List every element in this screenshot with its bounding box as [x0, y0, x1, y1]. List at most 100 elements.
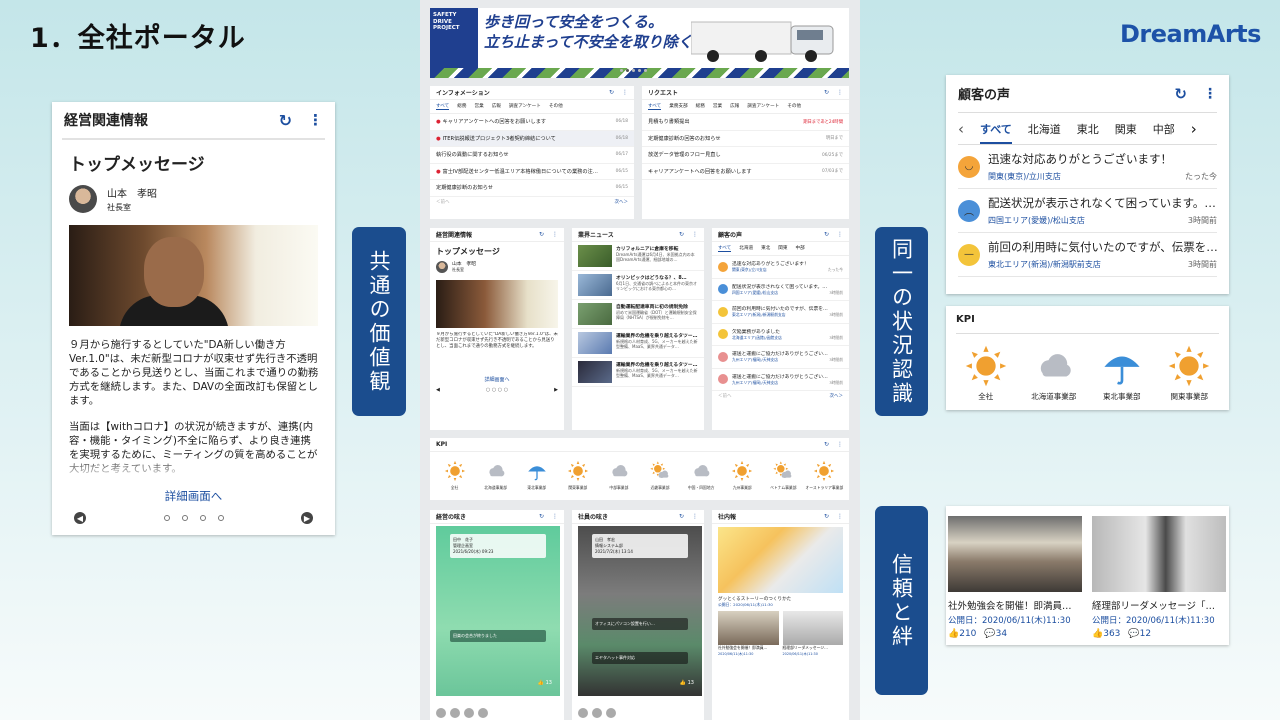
refresh-icon[interactable]: ↻: [539, 513, 544, 520]
refresh-icon[interactable]: ↻: [824, 231, 829, 238]
tab-item[interactable]: 中部: [795, 245, 804, 252]
tab-item[interactable]: 総務: [457, 103, 466, 110]
avatar[interactable]: [436, 260, 448, 273]
kpi-item[interactable]: 全社: [436, 460, 474, 491]
tab-item[interactable]: すべて: [718, 245, 732, 252]
safety-banner[interactable]: SAFETY DRIVE PROJECT 歩き回って安全をつくる。 立ち止まって…: [430, 8, 849, 78]
refresh-icon[interactable]: ↻: [679, 513, 684, 520]
list-item[interactable]: 執行役の異動に関するお知らせ 06/17: [430, 147, 634, 164]
refresh-icon[interactable]: ↻: [824, 441, 829, 448]
kpi-item[interactable]: 東北事業部: [518, 460, 556, 491]
next-arrow-icon[interactable]: ▶: [301, 512, 313, 524]
voice-item[interactable]: 前回の利用時に気付いたのですが、伝票を… 東北エリア(新潟)/新潟駅前支店 3時間前: [712, 301, 849, 324]
prev-link[interactable]: ＜前へ: [718, 393, 732, 399]
prev-arrow-icon[interactable]: ◀: [74, 512, 86, 524]
more-vert-icon[interactable]: ⋮: [1203, 86, 1217, 102]
refresh-icon[interactable]: ↻: [679, 231, 684, 238]
newsletter-thumb[interactable]: [718, 611, 779, 645]
chevron-right-icon[interactable]: ›: [1191, 120, 1197, 138]
news-thumb[interactable]: [578, 332, 612, 354]
news-thumb[interactable]: [578, 274, 612, 296]
tab-chubu[interactable]: 中部: [1153, 121, 1175, 137]
next-link[interactable]: 次へ＞: [615, 199, 629, 205]
refresh-icon[interactable]: ↻: [609, 89, 614, 96]
more-vert-icon[interactable]: ⋮: [837, 231, 843, 238]
list-item[interactable]: 放送データ管理のフロー見直し 06/25まで: [642, 147, 849, 164]
newsletter-item[interactable]: 経理部リーダメッセージ「… 公開日：2020/06/11(木)11:30 👍36…: [1092, 516, 1226, 639]
newsletter-image[interactable]: [1092, 516, 1226, 592]
more-vert-icon[interactable]: ⋮: [692, 231, 698, 238]
avatar[interactable]: [606, 708, 616, 718]
refresh-icon[interactable]: ↻: [539, 231, 544, 238]
kpi-item[interactable]: 北海道事業部: [477, 460, 515, 491]
list-item[interactable]: キャリアアンケートへの回答をお願いします 07/03まで: [642, 164, 849, 180]
chevron-left-icon[interactable]: ‹: [958, 120, 964, 138]
voice-item[interactable]: 欠陥業務がありました 北海道エリア(函館)/函館支店 3時間前: [712, 324, 849, 346]
tab-item[interactable]: すべて: [436, 103, 450, 110]
tab-item[interactable]: 業務支部: [669, 103, 687, 110]
next-arrow-icon[interactable]: ▶: [554, 387, 558, 393]
next-link[interactable]: 次へ＞: [830, 393, 844, 399]
refresh-icon[interactable]: ↻: [824, 89, 829, 96]
more-vert-icon[interactable]: ⋮: [552, 513, 558, 520]
list-item[interactable]: ● ITER伝説報送プロジェクト3者契約締結について 06/18: [430, 130, 634, 147]
list-item[interactable]: 定期健康診断の回答のお知らせ 明日まで: [642, 131, 849, 147]
avatar[interactable]: [450, 708, 460, 718]
voice-item[interactable]: ◡ 迅速な対応ありがとうございます！ 関東(東京)/立川支店 たった今: [958, 145, 1217, 189]
refresh-icon[interactable]: ↻: [824, 513, 829, 520]
avatar[interactable]: [464, 708, 474, 718]
more-vert-icon[interactable]: ⋮: [552, 231, 558, 238]
page-dot[interactable]: [199, 515, 206, 521]
tab-item[interactable]: 営業: [713, 103, 722, 110]
news-thumb[interactable]: [578, 303, 612, 325]
voice-item[interactable]: ︵ 配送状況が表示されなくて困っています。… 四国エリア(愛媛)/松山支店 3時間前: [958, 189, 1217, 233]
newsletter-image[interactable]: [948, 516, 1082, 592]
list-item[interactable]: 定期健康診断のお知らせ 06/15: [430, 180, 634, 197]
prev-arrow-icon[interactable]: ◀: [436, 387, 440, 393]
news-thumb[interactable]: [578, 361, 612, 383]
tweet-card[interactable]: 田中 花子 管理企画室 2021/6/20(木) 09:23 田楽の会合が終りま…: [436, 526, 560, 696]
tab-item[interactable]: 調査アンケート: [747, 103, 779, 110]
kpi-item[interactable]: 九州事業部: [723, 460, 761, 491]
list-item[interactable]: ● 富士IV部配送センター低温エリア本格稼働日についての業務の注… 06/15: [430, 164, 634, 180]
news-item[interactable]: カリフォルニアに倉庫を移転 DreamArts通運は6月4日、米国拠点内の本国Dr…: [572, 242, 704, 271]
more-vert-icon[interactable]: ⋮: [308, 111, 323, 129]
newsletter-thumb[interactable]: [782, 611, 843, 645]
list-item[interactable]: 見積もり書類提出 期日まであと24時間: [642, 114, 849, 131]
tab-tohoku[interactable]: 東北: [1077, 121, 1099, 137]
more-vert-icon[interactable]: ⋮: [692, 513, 698, 520]
avatar[interactable]: [592, 708, 602, 718]
detail-link[interactable]: 詳細画面へ: [52, 488, 335, 504]
like-icon[interactable]: 👍: [680, 680, 686, 686]
like-icon[interactable]: 👍: [538, 680, 544, 686]
avatar[interactable]: [478, 708, 488, 718]
newsletter-item[interactable]: 社外勉強会を開催！即満員… 公開日：2020/06/11(木)11:30 👍21…: [948, 516, 1082, 639]
tab-item[interactable]: 広報: [492, 103, 501, 110]
kpi-item[interactable]: 北海道事業部: [1031, 344, 1076, 402]
newsletter-image[interactable]: [718, 527, 843, 593]
kpi-item[interactable]: 関東事業部: [1167, 344, 1211, 402]
tab-item[interactable]: 関東: [778, 245, 787, 252]
tab-item[interactable]: 総務: [696, 103, 705, 110]
more-vert-icon[interactable]: ⋮: [837, 89, 843, 96]
news-thumb[interactable]: [578, 245, 612, 267]
kpi-item[interactable]: 関東事業部: [559, 460, 597, 491]
more-vert-icon[interactable]: ⋮: [622, 89, 628, 96]
more-vert-icon[interactable]: ⋮: [837, 513, 843, 520]
tweet-tag[interactable]: エヤタハット事件対応: [592, 652, 688, 664]
news-item[interactable]: オリンピックはどうなる？、8… 6月1日、交通省の調べによると本件の東京オリンピッ…: [572, 271, 704, 300]
kpi-item[interactable]: 近畿事業部: [641, 460, 679, 491]
voice-item[interactable]: — 前回の利用時に気付いたのですが、伝票を… 東北エリア(新潟)/新潟駅前支店 3時間…: [958, 233, 1217, 277]
kpi-item[interactable]: 中国・四国地方: [682, 460, 720, 491]
avatar[interactable]: [69, 185, 97, 213]
tab-item[interactable]: 広報: [730, 103, 739, 110]
tab-item[interactable]: 調査アンケート: [509, 103, 541, 110]
tab-item[interactable]: 東北: [761, 245, 770, 252]
news-item[interactable]: 運輸業界の危機を乗り越えるタツー… 新規格の人材育成、5G、メーカーを越えた新型整…: [572, 329, 704, 358]
news-item[interactable]: 運輸業界の危機を乗り越えるタツー… 新規格の人材育成、5G、メーカーを越えた新型整…: [572, 358, 704, 387]
comment-icon[interactable]: 💬: [1128, 629, 1139, 639]
tab-hokkaido[interactable]: 北海道: [1028, 121, 1061, 137]
tab-item[interactable]: その他: [549, 103, 563, 110]
page-dot[interactable]: [163, 515, 170, 521]
avatar[interactable]: [578, 708, 588, 718]
